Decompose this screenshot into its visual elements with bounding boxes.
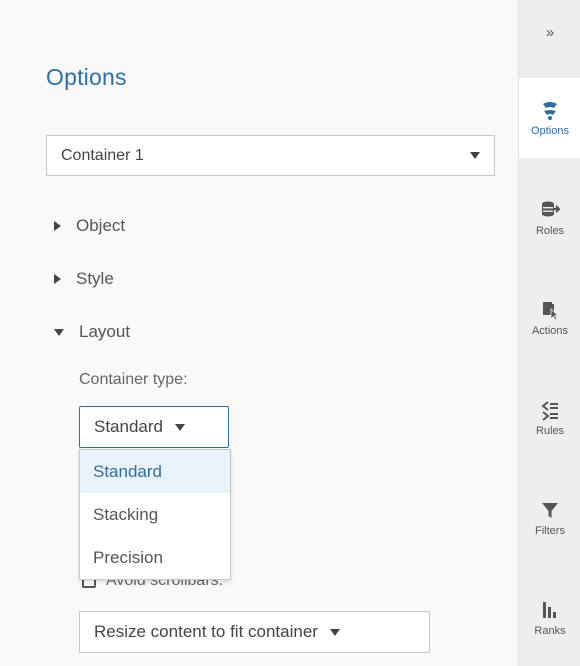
tab-ranks[interactable]: Ranks <box>519 578 580 658</box>
container-type-value: Standard <box>94 417 163 436</box>
tab-filters-label: Filters <box>535 525 565 537</box>
tab-actions-label: Actions <box>531 325 569 337</box>
filter-icon <box>542 503 558 518</box>
tab-ranks-label: Ranks <box>534 625 566 637</box>
ranks-icon <box>543 602 556 618</box>
tab-filters[interactable]: Filters <box>519 478 580 558</box>
panel-title: Options <box>46 64 127 90</box>
expand-right-icon <box>54 221 61 231</box>
tab-roles-label: Roles <box>535 225 565 237</box>
collapse-down-icon <box>54 328 64 336</box>
tab-options[interactable]: Options <box>519 78 580 158</box>
object-select-value: Container 1 <box>61 146 144 164</box>
tab-roles[interactable]: Roles <box>519 178 580 258</box>
section-style[interactable]: Style <box>54 269 114 289</box>
tab-rules[interactable]: Rules <box>519 378 580 458</box>
chevron-down-icon <box>175 423 185 431</box>
resize-select-value: Resize content to fit container <box>94 622 318 641</box>
options-panel: Options Container 1 Object Style Layout … <box>0 0 518 666</box>
section-layout[interactable]: Layout <box>54 322 130 342</box>
actions-icon <box>543 302 560 321</box>
tab-actions[interactable]: Actions <box>519 278 580 358</box>
expand-right-icon <box>54 274 61 284</box>
right-sidebar: » Options Roles Actions Rules Filters Ra… <box>518 0 580 666</box>
collapse-button[interactable]: » <box>519 24 580 41</box>
container-type-dropdown: Standard Stacking Precision <box>79 449 231 580</box>
tab-rules-label: Rules <box>535 425 565 437</box>
section-object-label: Object <box>76 216 126 235</box>
resize-select[interactable]: Resize content to fit container <box>79 611 430 653</box>
object-select[interactable]: Container 1 <box>46 135 495 176</box>
section-object[interactable]: Object <box>54 216 125 236</box>
roles-icon <box>542 201 560 217</box>
dropdown-option-standard[interactable]: Standard <box>80 450 230 493</box>
container-type-select[interactable]: Standard <box>79 406 229 448</box>
chevron-down-icon <box>329 628 340 636</box>
section-layout-label: Layout <box>79 322 131 341</box>
dropdown-option-stacking[interactable]: Stacking <box>80 493 230 536</box>
rules-icon <box>541 401 558 421</box>
section-style-label: Style <box>76 269 114 288</box>
options-icon <box>543 102 557 120</box>
tab-options-label: Options <box>531 125 569 137</box>
dropdown-option-precision[interactable]: Precision <box>80 536 230 579</box>
chevron-down-icon <box>470 152 480 159</box>
container-type-label: Container type: <box>79 371 188 388</box>
